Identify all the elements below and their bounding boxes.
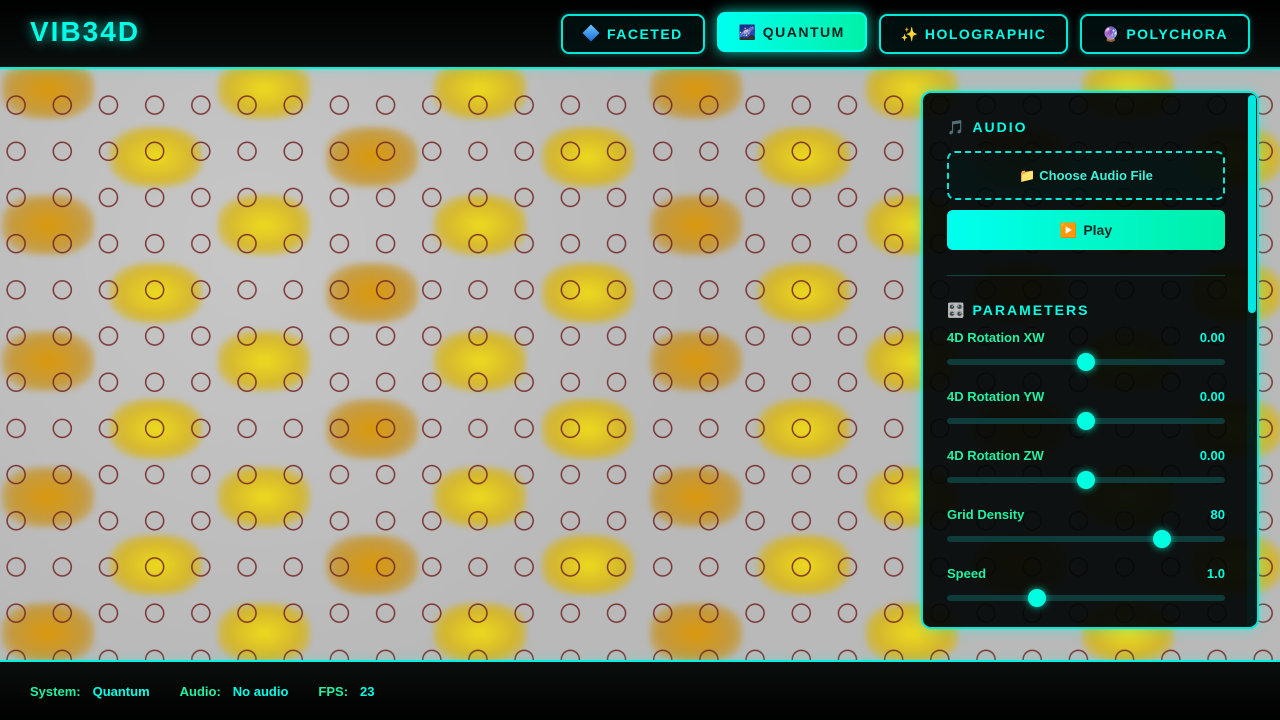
param-value: 0.00 [1199, 389, 1225, 404]
tab-label: QUANTUM [762, 24, 845, 40]
rotation-xw-slider[interactable] [947, 353, 1225, 371]
status-fps-label: FPS: [318, 683, 349, 699]
audio-title-label: AUDIO [972, 119, 1028, 135]
rotation-yw-slider[interactable] [947, 412, 1225, 430]
param-rotation-yw: 4D Rotation YW 0.00 [947, 381, 1225, 440]
param-value: 0.00 [1199, 448, 1225, 463]
status-system-value: Quantum [92, 683, 150, 699]
slider-thumb[interactable] [1077, 353, 1095, 371]
status-fps-value: 23 [360, 683, 375, 699]
tab-faceted[interactable]: FACETED [560, 14, 705, 54]
sparkles-icon: ✨ [900, 25, 920, 42]
param-grid-density: Grid Density 80 [947, 499, 1225, 558]
control-panel: 🎵 AUDIO 📁 Choose Audio File ▶️ Play 🎛️ P… [921, 91, 1259, 629]
param-speed: Speed 1.0 [947, 558, 1225, 617]
status-fps: FPS: 23 [318, 684, 374, 699]
slider-thumb[interactable] [1153, 530, 1172, 548]
control-knobs-icon: 🎛️ [947, 301, 967, 318]
param-label: Speed [947, 566, 987, 581]
speed-slider[interactable] [947, 589, 1225, 607]
milky-way-icon: 🌌 [738, 23, 758, 40]
app-header: VIB34D FACETED 🌌 QUANTUM ✨ HOLOGRAPHIC 🔮… [0, 0, 1280, 69]
scrollbar-thumb[interactable] [1248, 95, 1256, 313]
parameters-section-title: 🎛️ PARAMETERS [947, 300, 1227, 320]
tab-label: HOLOGRAPHIC [924, 26, 1047, 42]
param-label: Grid Density [947, 507, 1025, 522]
app-logo: VIB34D [30, 16, 141, 47]
crystal-ball-icon: 🔮 [1102, 25, 1122, 42]
tab-polychora[interactable]: 🔮 POLYCHORA [1080, 14, 1250, 54]
divider [947, 275, 1225, 276]
play-button[interactable]: ▶️ Play [947, 210, 1225, 250]
param-value: 1.0 [1206, 566, 1225, 581]
tab-label: FACETED [606, 26, 683, 42]
status-bar: System: Quantum Audio: No audio FPS: 23 [0, 660, 1280, 720]
param-rotation-xw: 4D Rotation XW 0.00 [947, 322, 1225, 381]
panel-scrollbar[interactable] [1247, 93, 1257, 627]
rotation-zw-slider[interactable] [947, 471, 1225, 489]
status-system: System: Quantum [30, 684, 150, 699]
play-icon: ▶️ [1059, 221, 1078, 238]
status-system-label: System: [30, 683, 81, 699]
choose-audio-file-label: Choose Audio File [1039, 168, 1153, 183]
param-label: 4D Rotation XW [947, 330, 1045, 345]
musical-note-icon: 🎵 [947, 118, 967, 135]
tab-quantum[interactable]: 🌌 QUANTUM [716, 12, 867, 52]
param-value: 80 [1210, 507, 1225, 522]
play-label: Play [1083, 222, 1113, 238]
status-audio: Audio: No audio [180, 684, 289, 699]
tab-holographic[interactable]: ✨ HOLOGRAPHIC [878, 14, 1069, 54]
slider-thumb[interactable] [1077, 412, 1095, 430]
param-value: 0.00 [1199, 330, 1225, 345]
status-audio-label: Audio: [179, 683, 221, 699]
audio-section-title: 🎵 AUDIO [947, 117, 1227, 137]
status-audio-value: No audio [232, 683, 289, 699]
grid-density-slider[interactable] [947, 530, 1225, 548]
system-nav: FACETED 🌌 QUANTUM ✨ HOLOGRAPHIC 🔮 POLYCH… [560, 12, 1250, 54]
folder-icon: 📁 [1019, 167, 1036, 183]
choose-audio-file-button[interactable]: 📁 Choose Audio File [947, 151, 1225, 200]
tab-label: POLYCHORA [1126, 26, 1228, 42]
param-label: 4D Rotation ZW [947, 448, 1044, 463]
slider-thumb[interactable] [1077, 471, 1095, 489]
blue-diamond-icon [582, 24, 600, 42]
param-rotation-zw: 4D Rotation ZW 0.00 [947, 440, 1225, 499]
parameters-title-label: PARAMETERS [972, 302, 1090, 318]
param-label: 4D Rotation YW [947, 389, 1045, 404]
slider-thumb[interactable] [1028, 589, 1047, 607]
